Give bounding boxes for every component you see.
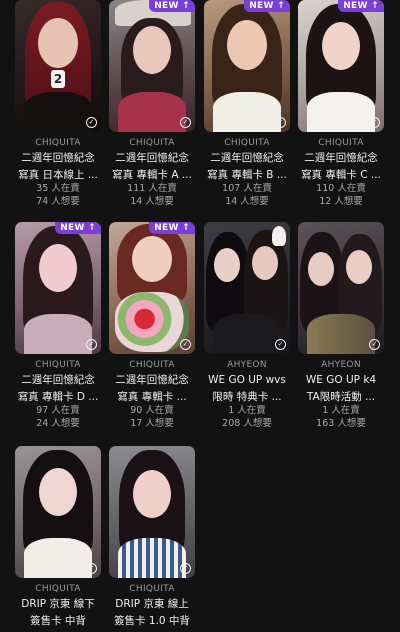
card-title-line1: 二週年回憶紀念 [115, 374, 189, 386]
brand-label: AHYEON [227, 360, 267, 370]
selling-count: 111 人在賣 [127, 183, 177, 194]
check-circle-icon[interactable]: ✓ [275, 339, 286, 350]
card-title-line2: 寫真 專輯卡 B ... [207, 169, 287, 181]
card-title-line2: 簽售卡 1.0 中背 [114, 615, 190, 627]
card-title-line2: 簽售卡 中背 [30, 615, 86, 627]
photocard-image[interactable]: ✓ [15, 446, 101, 578]
check-circle-icon[interactable]: ✓ [86, 339, 97, 350]
brand-label: CHIQUITA [129, 360, 175, 370]
photocard-item[interactable]: ✓ CHIQUITA DRIP 京東 線下 簽售卡 中背 [15, 446, 101, 629]
check-circle-icon[interactable]: ✓ [369, 117, 380, 128]
new-badge: NEW ↑ [55, 222, 101, 234]
card-title-line2: 寫真 專輯卡 A ... [112, 169, 192, 181]
new-badge: NEW ↑ [338, 0, 384, 12]
card-title-line2: TA限時活動 ... [306, 391, 376, 403]
photocard-item[interactable]: ✓ AHYEON WE GO UP wvs 限時 特典卡 ... 1 人在賣 2… [204, 222, 290, 430]
brand-label: CHIQUITA [35, 138, 81, 148]
photocard-item[interactable]: NEW ↑ ✓ CHIQUITA 二週年回憶紀念 寫真 專輯卡 B ... 10… [204, 0, 290, 208]
check-circle-icon[interactable]: ✓ [86, 117, 97, 128]
card-title-line1: 二週年回憶紀念 [115, 152, 189, 164]
card-title-line1: 二週年回憶紀念 [21, 374, 95, 386]
photocard-item[interactable]: ✓ CHIQUITA DRIP 京東 線上 簽售卡 1.0 中背 [109, 446, 195, 629]
brand-label: CHIQUITA [129, 584, 175, 594]
card-title-line1: WE GO UP wvs [208, 374, 286, 386]
check-circle-icon[interactable]: ✓ [275, 117, 286, 128]
face-right [252, 246, 278, 280]
photocard-image[interactable]: ✓ [298, 222, 384, 354]
photocard-item[interactable]: NEW ↑ ✓ CHIQUITA 二週年回憶紀念 寫真 專輯卡 ... 90 人… [109, 222, 195, 430]
selling-count: 1 人在賣 [322, 405, 360, 416]
check-circle-icon[interactable]: ✓ [180, 339, 191, 350]
selling-count: 35 人在賣 [36, 183, 80, 194]
card-title-line1: 二週年回憶紀念 [21, 152, 95, 164]
wanted-count: 14 人想要 [130, 195, 174, 207]
brand-label: CHIQUITA [35, 360, 81, 370]
number-prop: 2 [51, 70, 65, 88]
wanted-count: 74 人想要 [36, 195, 80, 207]
selling-count: 1 人在賣 [228, 405, 266, 416]
card-title-line2: 限時 特典卡 ... [212, 391, 282, 403]
photocard-grid: 2 ✓ CHIQUITA 二週年回憶紀念 寫真 日本線上 ... 35 人在賣 … [0, 0, 400, 632]
selling-count: 107 人在賣 [222, 183, 272, 194]
selling-count: 90 人在賣 [130, 405, 174, 416]
photocard-image[interactable]: NEW ↑ ✓ [204, 0, 290, 132]
photocard-item[interactable]: NEW ↑ ✓ CHIQUITA 二週年回憶紀念 寫真 專輯卡 A ... 11… [109, 0, 195, 208]
brand-label: CHIQUITA [129, 138, 175, 148]
card-title-line1: WE GO UP k4 [305, 374, 377, 386]
new-badge: NEW ↑ [149, 222, 195, 234]
face-left [214, 248, 240, 282]
card-title-line1: DRIP 京東 線下 [21, 598, 95, 610]
check-circle-icon[interactable]: ✓ [369, 339, 380, 350]
bunny-ears [272, 226, 286, 246]
card-title-line1: 二週年回憶紀念 [304, 152, 378, 164]
photocard-image[interactable]: ✓ [109, 446, 195, 578]
brand-label: AHYEON [321, 360, 361, 370]
face-left [308, 252, 334, 286]
card-title-line2: 寫真 專輯卡 C ... [301, 169, 381, 181]
wanted-count: 24 人想要 [36, 417, 80, 429]
wanted-count: 208 人想要 [222, 417, 272, 429]
check-circle-icon[interactable]: ✓ [180, 117, 191, 128]
face-right [346, 250, 372, 284]
photocard-image[interactable]: NEW ↑ ✓ [298, 0, 384, 132]
photocard-item[interactable]: ✓ AHYEON WE GO UP k4 TA限時活動 ... 1 人在賣 16… [298, 222, 384, 430]
wanted-count: 163 人想要 [316, 417, 366, 429]
selling-count: 110 人在賣 [316, 183, 366, 194]
card-title-line2: 寫真 專輯卡 D ... [17, 391, 99, 403]
photocard-image[interactable]: NEW ↑ ✓ [109, 222, 195, 354]
card-title-line2: 寫真 專輯卡 ... [117, 391, 187, 403]
photocard-image[interactable]: 2 ✓ [15, 0, 101, 132]
brand-label: CHIQUITA [35, 584, 81, 594]
photocard-image[interactable]: NEW ↑ ✓ [109, 0, 195, 132]
photocard-item[interactable]: NEW ↑ ✓ CHIQUITA 二週年回憶紀念 寫真 專輯卡 C ... 11… [298, 0, 384, 208]
wanted-count: 12 人想要 [319, 195, 363, 207]
card-title-line1: DRIP 京東 線上 [115, 598, 189, 610]
new-badge: NEW ↑ [244, 0, 290, 12]
wanted-count: 14 人想要 [225, 195, 269, 207]
flower-bouquet [115, 292, 189, 352]
selling-count: 97 人在賣 [36, 405, 80, 416]
photocard-item[interactable]: NEW ↑ ✓ CHIQUITA 二週年回憶紀念 寫真 專輯卡 D ... 97… [15, 222, 101, 430]
card-title-line2: 寫真 日本線上 ... [18, 169, 98, 181]
card-title-line1: 二週年回憶紀念 [210, 152, 284, 164]
photocard-image[interactable]: ✓ [204, 222, 290, 354]
photocard-image[interactable]: NEW ↑ ✓ [15, 222, 101, 354]
brand-label: CHIQUITA [318, 138, 364, 148]
new-badge: NEW ↑ [149, 0, 195, 12]
brand-label: CHIQUITA [224, 138, 270, 148]
check-circle-icon[interactable]: ✓ [180, 563, 191, 574]
photocard-item[interactable]: 2 ✓ CHIQUITA 二週年回憶紀念 寫真 日本線上 ... 35 人在賣 … [15, 0, 101, 208]
check-circle-icon[interactable]: ✓ [86, 563, 97, 574]
wanted-count: 17 人想要 [130, 417, 174, 429]
